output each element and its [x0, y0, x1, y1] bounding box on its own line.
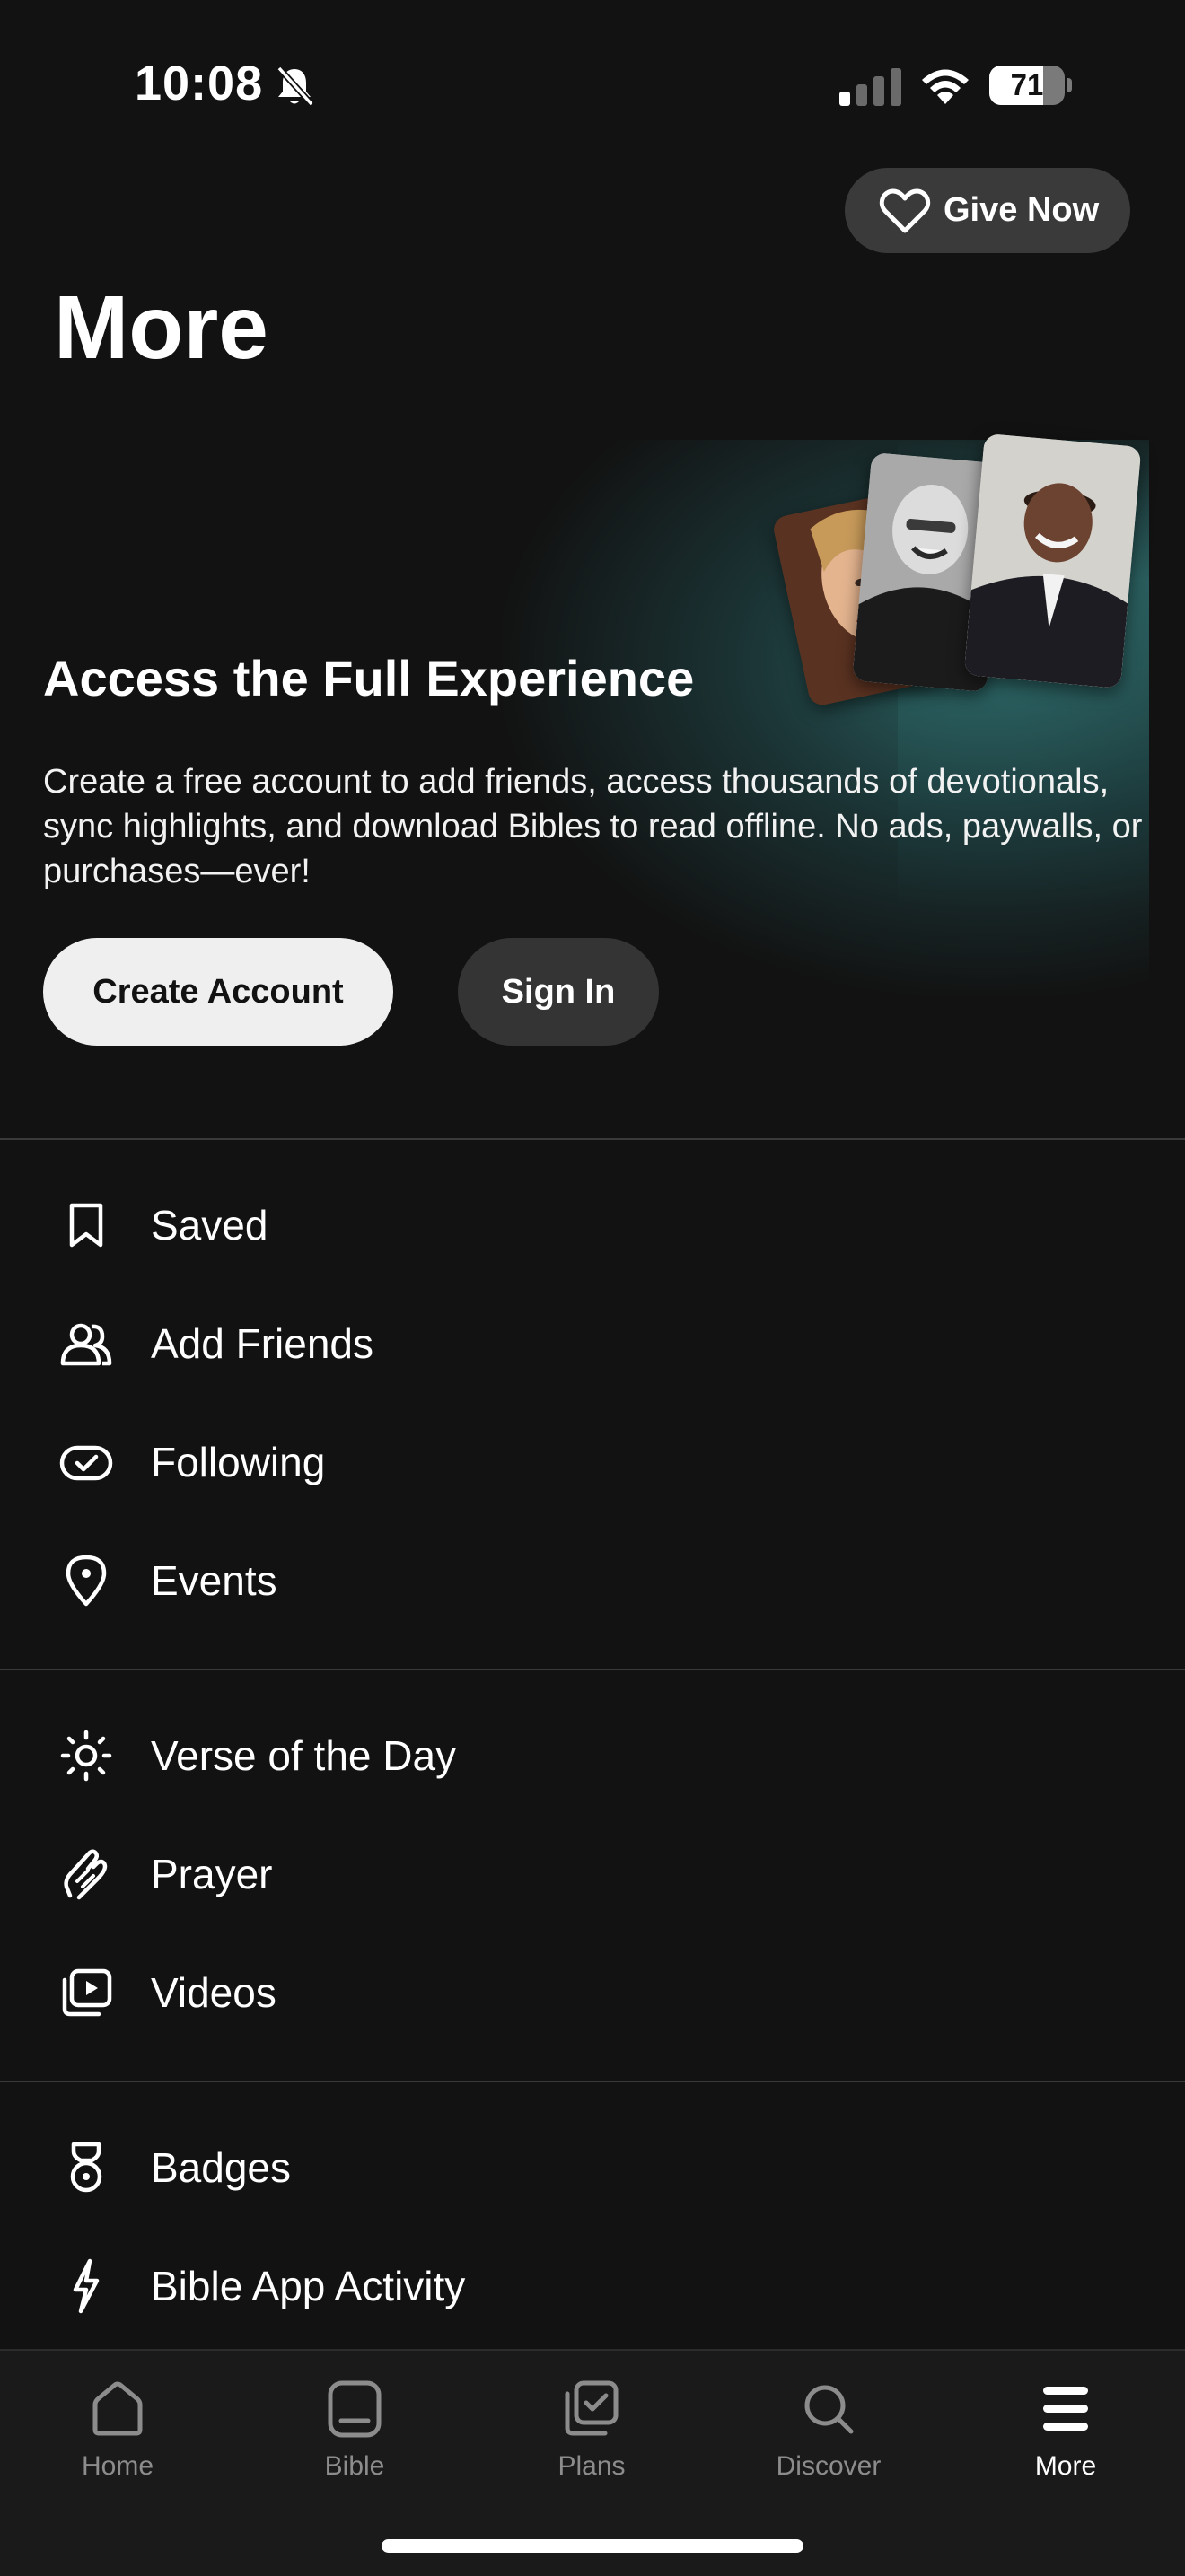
status-time: 10:08 [135, 57, 264, 110]
sign-in-button[interactable]: Sign In [458, 938, 659, 1046]
section-divider [0, 1138, 1185, 1140]
signal-icon [839, 68, 901, 106]
menu-item-label: Bible App Activity [151, 2263, 466, 2309]
tab-bible[interactable]: Bible [256, 2378, 453, 2512]
battery-percent: 71 [1010, 68, 1044, 101]
menu-item-events[interactable]: Events [0, 1527, 1185, 1634]
menu-icon [1043, 2387, 1088, 2431]
tab-label: Bible [324, 2451, 385, 2481]
menu-item-label: Add Friends [151, 1320, 374, 1367]
menu-item-saved[interactable]: Saved [0, 1171, 1185, 1279]
hero-description: Create a free account to add friends, ac… [43, 763, 1143, 890]
lightning-icon [56, 2256, 117, 2317]
menu-item-label: Badges [151, 2144, 292, 2191]
tab-plans[interactable]: Plans [493, 2378, 690, 2512]
menu-item-following[interactable]: Following [0, 1408, 1185, 1516]
page-title: More [54, 277, 268, 378]
tab-label: Plans [557, 2451, 626, 2481]
menu-item-label: Following [151, 1439, 326, 1485]
bible-icon [328, 2380, 382, 2438]
sun-icon [56, 1725, 117, 1786]
plans-icon [565, 2380, 619, 2436]
friends-icon [56, 1313, 117, 1374]
battery-indicator: 71 [989, 66, 1072, 105]
menu-item-badges[interactable]: Badges [0, 2114, 1185, 2221]
menu-item-bible-app-activity[interactable]: Bible App Activity [0, 2232, 1185, 2340]
videos-icon [56, 1962, 117, 2023]
menu-item-add-friends[interactable]: Add Friends [0, 1290, 1185, 1398]
status-bar: 10:08 71 [0, 0, 1185, 171]
search-icon [804, 2385, 854, 2434]
wifi-icon [922, 69, 969, 104]
menu-item-verse-of-the-day[interactable]: Verse of the Day [0, 1702, 1185, 1809]
home-indicator[interactable] [382, 2539, 803, 2553]
tab-home[interactable]: Home [19, 2378, 216, 2512]
give-now-label: Give Now [944, 191, 1100, 229]
home-icon [92, 2381, 143, 2436]
tab-label: More [1034, 2451, 1097, 2481]
menu-item-label: Prayer [151, 1851, 273, 1897]
bell-off-icon [276, 66, 314, 107]
tab-more[interactable]: More [967, 2378, 1164, 2512]
menu-item-videos[interactable]: Videos [0, 1939, 1185, 2046]
section-divider [0, 1669, 1185, 1670]
tab-label: Home [81, 2451, 154, 2481]
hero-photo-man-suit [963, 433, 1142, 689]
menu-item-prayer[interactable]: Prayer [0, 1820, 1185, 1928]
tab-discover[interactable]: Discover [730, 2378, 927, 2512]
menu-item-label: Verse of the Day [151, 1732, 457, 1779]
badge-icon [56, 2137, 117, 2198]
give-now-button[interactable]: Give Now [845, 168, 1130, 253]
location-pin-icon [56, 1550, 117, 1611]
tab-label: Discover [776, 2451, 882, 2481]
following-icon [56, 1432, 117, 1493]
heart-icon [879, 188, 931, 232]
hero-title: Access the Full Experience [43, 650, 695, 706]
section-divider [0, 2081, 1185, 2082]
menu-item-label: Videos [151, 1969, 276, 2016]
create-account-button[interactable]: Create Account [43, 938, 393, 1046]
menu-item-label: Saved [151, 1202, 268, 1249]
praying-hands-icon [56, 1844, 117, 1905]
menu-item-label: Events [151, 1557, 277, 1604]
bookmark-icon [56, 1195, 117, 1256]
